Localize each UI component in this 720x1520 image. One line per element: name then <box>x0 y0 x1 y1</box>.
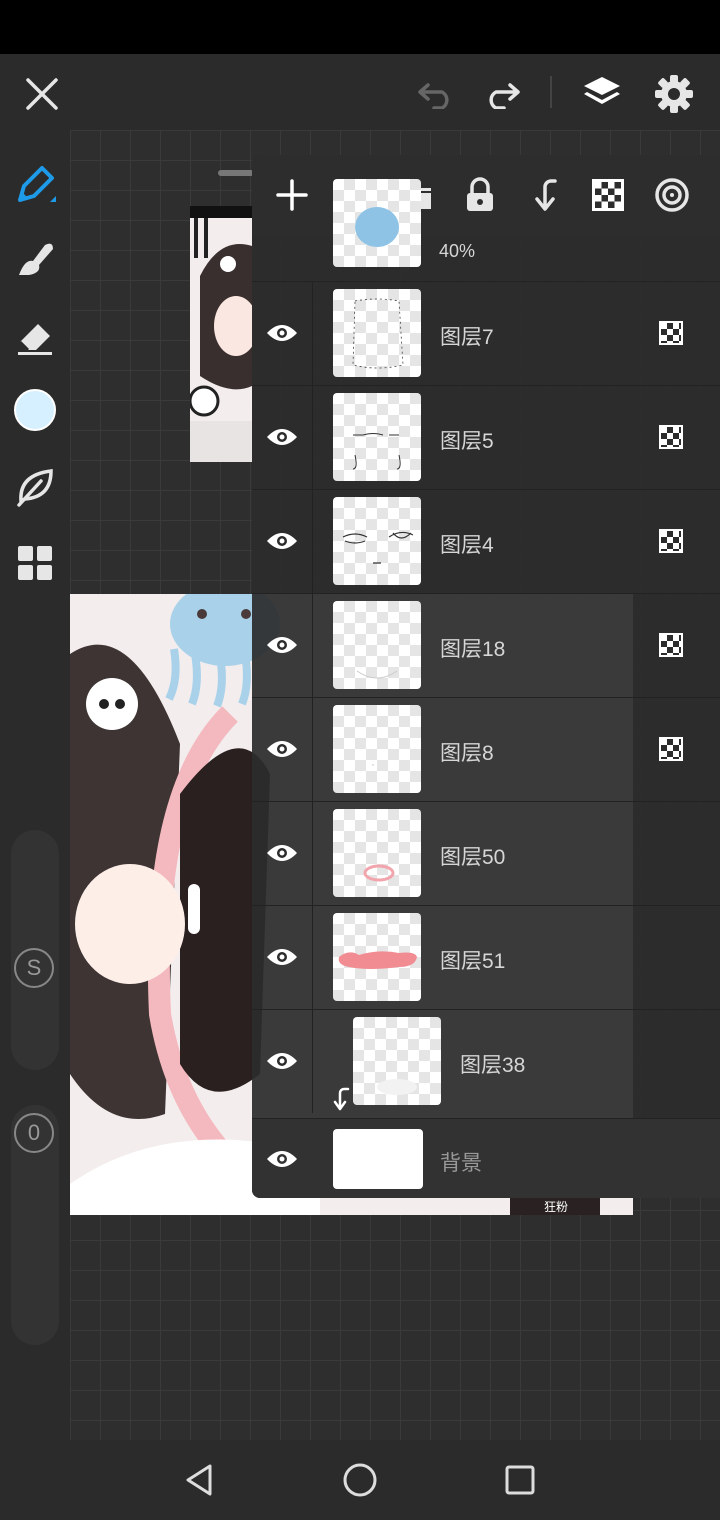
size-button[interactable]: S <box>14 948 54 988</box>
row-divider <box>312 802 313 905</box>
pen-icon[interactable] <box>10 160 60 210</box>
artwork-badge: 狂粉 <box>544 1200 568 1214</box>
gear-icon[interactable] <box>650 70 698 118</box>
eye-icon[interactable] <box>266 1149 298 1169</box>
eye-icon[interactable] <box>266 635 298 655</box>
layers-icon[interactable] <box>578 68 626 118</box>
layer-row[interactable]: 图层18 <box>252 593 720 697</box>
back-icon[interactable] <box>176 1456 224 1504</box>
eye-icon[interactable] <box>266 739 298 759</box>
background-thumbnail <box>333 1129 423 1189</box>
status-bar <box>0 0 720 54</box>
layer-name: 图层5 <box>440 430 494 453</box>
eye-icon[interactable] <box>266 531 298 551</box>
grid-icon[interactable] <box>10 538 60 588</box>
background-layer-row[interactable]: 背景 <box>252 1118 720 1198</box>
opacity-button[interactable]: 0 <box>14 1113 54 1153</box>
opacity-label: 0 <box>27 1120 41 1145</box>
row-divider <box>312 1010 313 1113</box>
home-icon[interactable] <box>336 1456 384 1504</box>
eye-icon[interactable] <box>266 947 298 967</box>
layer-row[interactable]: 图层4 <box>252 489 720 593</box>
layer-row[interactable]: 图层51 <box>252 905 720 1009</box>
system-nav-bar <box>0 1440 720 1520</box>
layer-thumbnail <box>353 1017 441 1105</box>
layer-name: 图层4 <box>440 534 494 557</box>
layer-opacity: 40% <box>439 241 476 261</box>
eraser-icon[interactable] <box>10 312 60 362</box>
layer-thumbnail <box>333 809 421 897</box>
redo-icon[interactable] <box>480 72 524 116</box>
layer-thumbnail <box>333 497 421 585</box>
row-divider <box>312 386 313 489</box>
layer-name: 图层18 <box>440 638 506 661</box>
eye-icon[interactable] <box>266 427 298 447</box>
leaf-icon[interactable] <box>10 462 60 512</box>
layer-thumbnail <box>333 393 421 481</box>
top-bar <box>0 54 720 130</box>
layer-row-partial[interactable]: 40% <box>252 178 720 281</box>
layer-panel: 40% 图层7 图层5 图层4 图层18 图层8 图层50 图层51 图层38 背景 <box>252 155 720 1198</box>
alpha-lock-indicator-icon[interactable] <box>659 529 683 553</box>
eye-icon[interactable] <box>266 843 298 863</box>
alpha-lock-indicator-icon[interactable] <box>659 737 683 761</box>
alpha-lock-indicator-icon[interactable] <box>659 633 683 657</box>
row-divider <box>312 282 313 385</box>
layer-row[interactable]: 图层8 <box>252 697 720 801</box>
layer-thumbnail <box>333 705 421 793</box>
layer-row[interactable]: 图层38 <box>252 1009 720 1113</box>
clipping-mask-icon <box>333 1087 350 1111</box>
layer-thumbnail <box>333 289 421 377</box>
layer-name: 图层8 <box>440 742 494 765</box>
row-divider <box>312 594 313 697</box>
layer-name: 图层50 <box>440 846 506 869</box>
close-icon[interactable] <box>20 72 64 116</box>
color-swatch[interactable] <box>14 389 56 431</box>
left-toolbar: S 0 <box>0 130 70 1440</box>
reference-image[interactable] <box>190 206 252 462</box>
topbar-divider <box>550 76 552 108</box>
size-label: S <box>26 955 42 980</box>
alpha-lock-indicator-icon[interactable] <box>659 425 683 449</box>
canvas-handle[interactable] <box>218 170 254 176</box>
layer-thumbnail <box>333 601 421 689</box>
eye-icon[interactable] <box>266 1051 298 1071</box>
undo-icon[interactable] <box>414 72 458 116</box>
alpha-lock-indicator-icon[interactable] <box>659 321 683 345</box>
layer-name: 图层7 <box>440 326 494 349</box>
recents-icon[interactable] <box>496 1456 544 1504</box>
layer-name: 图层51 <box>440 950 506 973</box>
layer-row[interactable]: 图层7 <box>252 281 720 385</box>
layer-thumbnail <box>333 179 421 267</box>
eye-icon[interactable] <box>266 323 298 343</box>
background-layer-name: 背景 <box>440 1152 482 1175</box>
row-divider <box>312 906 313 1009</box>
layer-row[interactable]: 图层5 <box>252 385 720 489</box>
layer-thumbnail <box>333 913 421 1001</box>
layer-row[interactable]: 图层50 <box>252 801 720 905</box>
row-divider <box>312 698 313 801</box>
layer-name: 图层38 <box>460 1054 526 1077</box>
row-divider <box>312 490 313 593</box>
smudge-icon[interactable] <box>10 234 60 284</box>
